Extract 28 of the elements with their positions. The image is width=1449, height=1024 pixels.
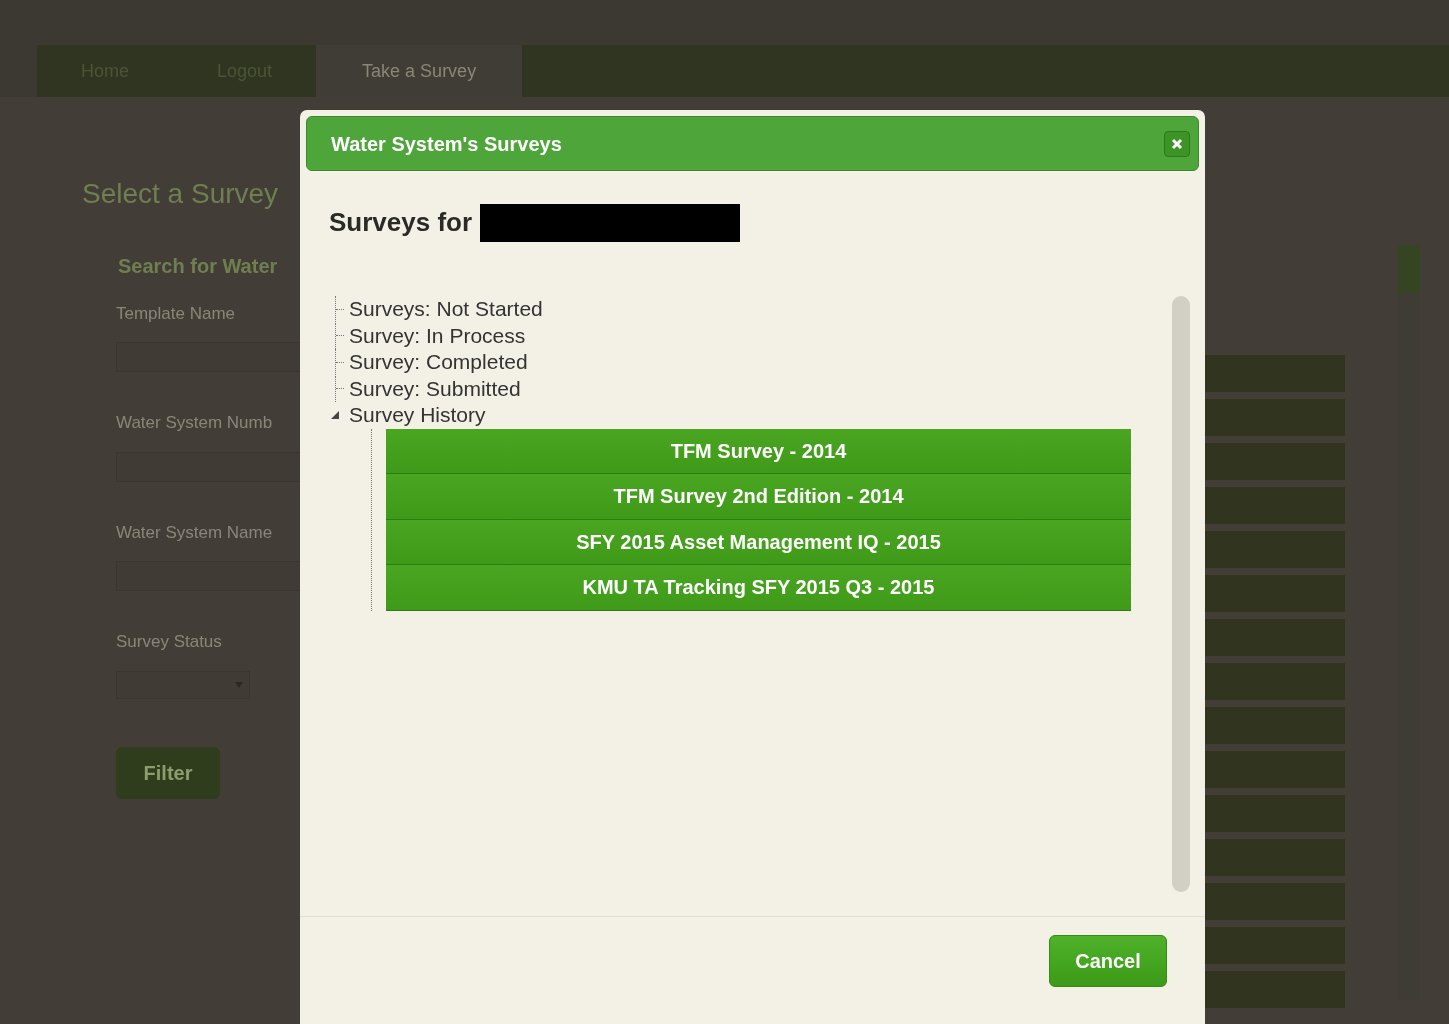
field-label: Water System Numb: [116, 412, 273, 435]
close-icon: [1171, 137, 1183, 150]
survey-button[interactable]: TFM Survey - 2014: [386, 428, 1131, 474]
select-field[interactable]: [116, 670, 250, 699]
survey-button[interactable]: SFY 2015 Asset Management IQ - 2015: [386, 519, 1131, 565]
expanded-icon[interactable]: [330, 410, 340, 421]
tree-item[interactable]: Surveys: Not Started: [349, 296, 543, 323]
cancel-button[interactable]: Cancel: [1049, 935, 1167, 987]
tree-item[interactable]: Survey: Completed: [349, 349, 528, 376]
input-field[interactable]: [116, 561, 300, 592]
close-button[interactable]: [1164, 130, 1190, 157]
field-label: Template Name: [116, 302, 236, 325]
section-heading: Search for Water: [118, 253, 278, 279]
field-label: Water System Name: [116, 521, 273, 544]
tree-item[interactable]: Survey: In Process: [349, 322, 526, 349]
filter-button[interactable]: Filter: [116, 746, 220, 799]
survey-button[interactable]: TFM Survey 2nd Edition - 2014: [386, 474, 1131, 520]
input-field[interactable]: [116, 342, 300, 373]
modal-heading: Surveys for: [329, 206, 473, 239]
field-label: Survey Status: [116, 631, 222, 654]
survey-button[interactable]: KMU TA Tracking SFY 2015 Q3 - 2015: [386, 565, 1131, 611]
tree-item[interactable]: Survey History: [349, 402, 486, 429]
tree-item[interactable]: Survey: Submitted: [349, 375, 521, 402]
input-field[interactable]: [116, 451, 300, 482]
nav-tab[interactable]: Take a Survey: [316, 45, 523, 97]
scrollbar[interactable]: [1172, 296, 1190, 892]
modal-title: Water System's Surveys: [331, 131, 562, 157]
page-title: Select a Survey: [82, 177, 280, 211]
